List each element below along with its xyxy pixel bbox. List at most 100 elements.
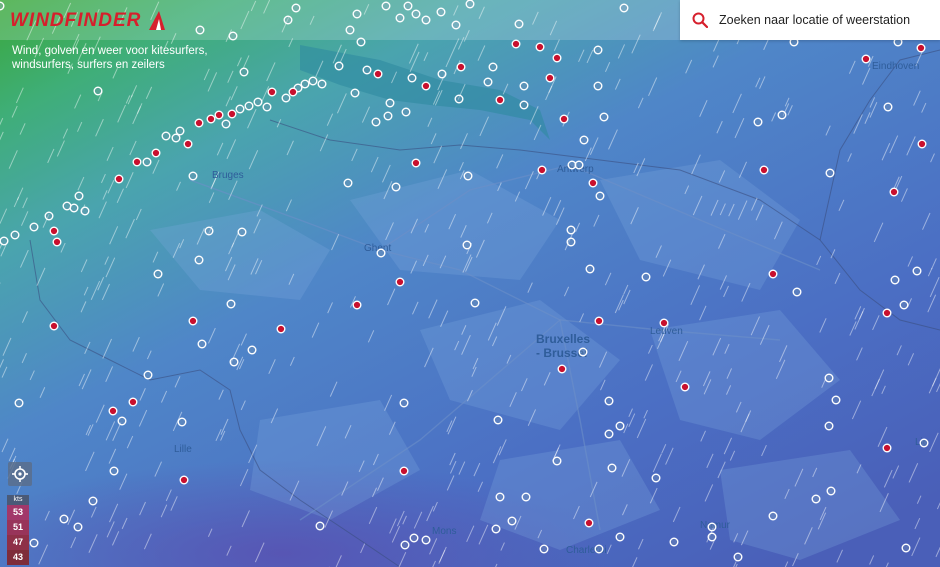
station-marker[interactable] xyxy=(507,516,517,526)
station-marker-active[interactable] xyxy=(511,39,521,49)
station-marker[interactable] xyxy=(142,157,152,167)
locate-me-button[interactable] xyxy=(8,462,32,486)
station-marker[interactable] xyxy=(488,62,498,72)
station-marker[interactable] xyxy=(29,222,39,232)
station-marker-active[interactable] xyxy=(267,87,277,97)
station-marker[interactable] xyxy=(391,182,401,192)
station-marker[interactable] xyxy=(80,206,90,216)
station-marker[interactable] xyxy=(641,272,651,282)
station-marker[interactable] xyxy=(177,417,187,427)
station-marker[interactable] xyxy=(733,552,743,562)
station-marker[interactable] xyxy=(579,135,589,145)
station-marker[interactable] xyxy=(247,345,257,355)
station-marker-active[interactable] xyxy=(537,165,547,175)
station-marker[interactable] xyxy=(566,225,576,235)
station-marker-active[interactable] xyxy=(861,54,871,64)
station-marker[interactable] xyxy=(409,533,419,543)
station-marker[interactable] xyxy=(399,398,409,408)
station-marker-active[interactable] xyxy=(594,316,604,326)
station-marker-active[interactable] xyxy=(535,42,545,52)
station-marker[interactable] xyxy=(594,544,604,554)
station-marker-active[interactable] xyxy=(421,81,431,91)
station-marker[interactable] xyxy=(463,171,473,181)
station-marker[interactable] xyxy=(578,347,588,357)
station-marker[interactable] xyxy=(495,492,505,502)
station-marker[interactable] xyxy=(615,421,625,431)
station-marker[interactable] xyxy=(93,86,103,96)
station-marker[interactable] xyxy=(315,521,325,531)
station-marker-active[interactable] xyxy=(768,269,778,279)
station-marker[interactable] xyxy=(454,94,464,104)
station-marker[interactable] xyxy=(707,522,717,532)
station-marker[interactable] xyxy=(117,416,127,426)
station-marker[interactable] xyxy=(317,79,327,89)
station-marker-active[interactable] xyxy=(128,397,138,407)
station-marker[interactable] xyxy=(10,230,20,240)
station-marker[interactable] xyxy=(824,373,834,383)
station-marker[interactable] xyxy=(831,395,841,405)
station-marker[interactable] xyxy=(171,133,181,143)
station-marker[interactable] xyxy=(362,65,372,75)
station-marker[interactable] xyxy=(237,227,247,237)
station-marker[interactable] xyxy=(826,486,836,496)
station-marker[interactable] xyxy=(59,514,69,524)
station-marker-active[interactable] xyxy=(108,406,118,416)
station-marker[interactable] xyxy=(552,456,562,466)
station-marker[interactable] xyxy=(824,421,834,431)
station-marker[interactable] xyxy=(29,538,39,548)
station-marker[interactable] xyxy=(890,275,900,285)
station-marker[interactable] xyxy=(912,266,922,276)
station-marker-active[interactable] xyxy=(882,308,892,318)
station-marker[interactable] xyxy=(604,396,614,406)
station-marker[interactable] xyxy=(599,112,609,122)
station-marker-active[interactable] xyxy=(917,139,927,149)
station-marker[interactable] xyxy=(239,67,249,77)
station-marker[interactable] xyxy=(175,126,185,136)
station-marker-active[interactable] xyxy=(188,316,198,326)
station-marker-active[interactable] xyxy=(151,148,161,158)
station-marker[interactable] xyxy=(109,466,119,476)
station-marker-active[interactable] xyxy=(183,139,193,149)
station-marker[interactable] xyxy=(161,131,171,141)
station-marker[interactable] xyxy=(350,88,360,98)
station-marker[interactable] xyxy=(651,473,661,483)
station-marker[interactable] xyxy=(0,236,9,246)
station-marker[interactable] xyxy=(462,240,472,250)
station-marker[interactable] xyxy=(539,544,549,554)
station-marker[interactable] xyxy=(62,201,72,211)
station-marker[interactable] xyxy=(421,535,431,545)
station-marker-active[interactable] xyxy=(206,114,216,124)
station-marker-active[interactable] xyxy=(132,157,142,167)
station-marker[interactable] xyxy=(143,370,153,380)
station-marker-active[interactable] xyxy=(179,475,189,485)
station-marker[interactable] xyxy=(768,511,778,521)
station-marker[interactable] xyxy=(604,429,614,439)
station-marker-active[interactable] xyxy=(495,95,505,105)
station-marker[interactable] xyxy=(343,178,353,188)
wind-map[interactable]: Bruges Antwerp Ghent Bruxelles - Brussel… xyxy=(0,0,940,567)
station-marker-active[interactable] xyxy=(456,62,466,72)
station-marker-active[interactable] xyxy=(227,109,237,119)
station-marker[interactable] xyxy=(883,102,893,112)
station-marker-active[interactable] xyxy=(52,237,62,247)
station-marker-active[interactable] xyxy=(399,466,409,476)
station-marker-active[interactable] xyxy=(552,53,562,63)
station-marker-active[interactable] xyxy=(559,114,569,124)
station-marker[interactable] xyxy=(88,496,98,506)
station-marker[interactable] xyxy=(383,111,393,121)
station-marker-active[interactable] xyxy=(49,321,59,331)
station-marker[interactable] xyxy=(493,415,503,425)
station-marker-active[interactable] xyxy=(545,73,555,83)
station-marker[interactable] xyxy=(281,93,291,103)
station-marker[interactable] xyxy=(777,110,787,120)
station-marker[interactable] xyxy=(385,98,395,108)
station-marker-active[interactable] xyxy=(114,174,124,184)
station-marker-active[interactable] xyxy=(557,364,567,374)
station-marker-active[interactable] xyxy=(352,300,362,310)
station-marker-active[interactable] xyxy=(659,318,669,328)
station-marker[interactable] xyxy=(593,81,603,91)
station-marker[interactable] xyxy=(792,287,802,297)
station-marker-active[interactable] xyxy=(276,324,286,334)
station-marker[interactable] xyxy=(194,255,204,265)
station-marker[interactable] xyxy=(437,69,447,79)
